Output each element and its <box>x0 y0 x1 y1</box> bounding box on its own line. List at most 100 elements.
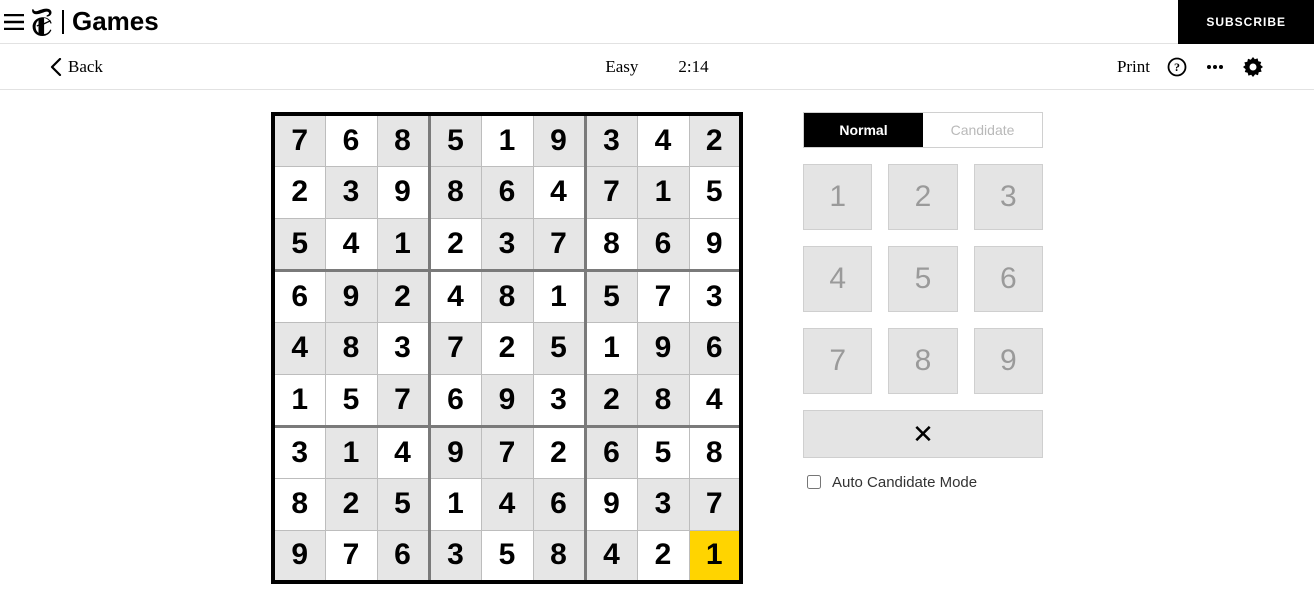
cell-r2-c1[interactable]: 2 <box>273 166 325 218</box>
cell-r6-c9[interactable]: 4 <box>689 374 741 426</box>
cell-r1-c8[interactable]: 4 <box>637 114 689 166</box>
cell-r1-c2[interactable]: 6 <box>325 114 377 166</box>
cell-r5-c3[interactable]: 3 <box>377 322 429 374</box>
gear-icon[interactable] <box>1242 56 1264 78</box>
cell-r2-c5[interactable]: 6 <box>481 166 533 218</box>
cell-r1-c9[interactable]: 2 <box>689 114 741 166</box>
cell-r2-c7[interactable]: 7 <box>585 166 637 218</box>
cell-r9-c2[interactable]: 7 <box>325 530 377 582</box>
cell-r9-c9[interactable]: 1 <box>689 530 741 582</box>
cell-r2-c9[interactable]: 5 <box>689 166 741 218</box>
cell-r6-c1[interactable]: 1 <box>273 374 325 426</box>
cell-r7-c3[interactable]: 4 <box>377 426 429 478</box>
key-2[interactable]: 2 <box>888 164 957 230</box>
cell-r7-c8[interactable]: 5 <box>637 426 689 478</box>
cell-r4-c9[interactable]: 3 <box>689 270 741 322</box>
auto-candidate-row[interactable]: Auto Candidate Mode <box>803 472 1043 492</box>
tab-normal[interactable]: Normal <box>804 113 923 147</box>
print-button[interactable]: Print <box>1117 57 1150 77</box>
cell-r6-c8[interactable]: 8 <box>637 374 689 426</box>
key-4[interactable]: 4 <box>803 246 872 312</box>
cell-r8-c7[interactable]: 9 <box>585 478 637 530</box>
cell-r6-c6[interactable]: 3 <box>533 374 585 426</box>
cell-r4-c2[interactable]: 9 <box>325 270 377 322</box>
cell-r8-c2[interactable]: 2 <box>325 478 377 530</box>
cell-r3-c5[interactable]: 3 <box>481 218 533 270</box>
key-8[interactable]: 8 <box>888 328 957 394</box>
brand[interactable]: Games <box>28 6 159 37</box>
cell-r4-c4[interactable]: 4 <box>429 270 481 322</box>
cell-r3-c6[interactable]: 7 <box>533 218 585 270</box>
cell-r3-c2[interactable]: 4 <box>325 218 377 270</box>
cell-r5-c5[interactable]: 2 <box>481 322 533 374</box>
cell-r6-c3[interactable]: 7 <box>377 374 429 426</box>
cell-r1-c3[interactable]: 8 <box>377 114 429 166</box>
cell-r1-c7[interactable]: 3 <box>585 114 637 166</box>
cell-r8-c3[interactable]: 5 <box>377 478 429 530</box>
cell-r7-c2[interactable]: 1 <box>325 426 377 478</box>
cell-r2-c8[interactable]: 1 <box>637 166 689 218</box>
cell-r3-c9[interactable]: 9 <box>689 218 741 270</box>
cell-r9-c1[interactable]: 9 <box>273 530 325 582</box>
subscribe-button[interactable]: SUBSCRIBE <box>1178 0 1314 44</box>
cell-r5-c9[interactable]: 6 <box>689 322 741 374</box>
difficulty-label[interactable]: Easy <box>605 57 638 77</box>
auto-candidate-checkbox[interactable] <box>807 475 821 489</box>
cell-r6-c5[interactable]: 9 <box>481 374 533 426</box>
cell-r8-c8[interactable]: 3 <box>637 478 689 530</box>
cell-r5-c2[interactable]: 8 <box>325 322 377 374</box>
cell-r5-c4[interactable]: 7 <box>429 322 481 374</box>
cell-r8-c4[interactable]: 1 <box>429 478 481 530</box>
cell-r8-c9[interactable]: 7 <box>689 478 741 530</box>
help-icon[interactable]: ? <box>1166 56 1188 78</box>
cell-r3-c4[interactable]: 2 <box>429 218 481 270</box>
cell-r7-c5[interactable]: 7 <box>481 426 533 478</box>
cell-r2-c4[interactable]: 8 <box>429 166 481 218</box>
cell-r7-c1[interactable]: 3 <box>273 426 325 478</box>
cell-r2-c3[interactable]: 9 <box>377 166 429 218</box>
cell-r2-c2[interactable]: 3 <box>325 166 377 218</box>
cell-r6-c2[interactable]: 5 <box>325 374 377 426</box>
cell-r3-c1[interactable]: 5 <box>273 218 325 270</box>
key-9[interactable]: 9 <box>974 328 1043 394</box>
back-button[interactable]: Back <box>50 57 103 77</box>
cell-r1-c1[interactable]: 7 <box>273 114 325 166</box>
cell-r8-c5[interactable]: 4 <box>481 478 533 530</box>
cell-r7-c4[interactable]: 9 <box>429 426 481 478</box>
key-6[interactable]: 6 <box>974 246 1043 312</box>
cell-r7-c7[interactable]: 6 <box>585 426 637 478</box>
cell-r5-c8[interactable]: 9 <box>637 322 689 374</box>
cell-r7-c9[interactable]: 8 <box>689 426 741 478</box>
cell-r1-c4[interactable]: 5 <box>429 114 481 166</box>
key-5[interactable]: 5 <box>888 246 957 312</box>
cell-r6-c4[interactable]: 6 <box>429 374 481 426</box>
cell-r4-c5[interactable]: 8 <box>481 270 533 322</box>
cell-r9-c5[interactable]: 5 <box>481 530 533 582</box>
cell-r8-c1[interactable]: 8 <box>273 478 325 530</box>
key-7[interactable]: 7 <box>803 328 872 394</box>
tab-candidate[interactable]: Candidate <box>923 113 1042 147</box>
key-3[interactable]: 3 <box>974 164 1043 230</box>
cell-r3-c3[interactable]: 1 <box>377 218 429 270</box>
key-erase[interactable]: ✕ <box>803 410 1043 458</box>
cell-r9-c4[interactable]: 3 <box>429 530 481 582</box>
cell-r1-c5[interactable]: 1 <box>481 114 533 166</box>
cell-r4-c1[interactable]: 6 <box>273 270 325 322</box>
menu-icon[interactable] <box>0 0 28 44</box>
cell-r1-c6[interactable]: 9 <box>533 114 585 166</box>
cell-r5-c7[interactable]: 1 <box>585 322 637 374</box>
cell-r8-c6[interactable]: 6 <box>533 478 585 530</box>
cell-r4-c6[interactable]: 1 <box>533 270 585 322</box>
cell-r5-c6[interactable]: 5 <box>533 322 585 374</box>
cell-r7-c6[interactable]: 2 <box>533 426 585 478</box>
cell-r3-c7[interactable]: 8 <box>585 218 637 270</box>
cell-r2-c6[interactable]: 4 <box>533 166 585 218</box>
cell-r9-c6[interactable]: 8 <box>533 530 585 582</box>
cell-r6-c7[interactable]: 2 <box>585 374 637 426</box>
cell-r5-c1[interactable]: 4 <box>273 322 325 374</box>
cell-r9-c8[interactable]: 2 <box>637 530 689 582</box>
cell-r9-c3[interactable]: 6 <box>377 530 429 582</box>
key-1[interactable]: 1 <box>803 164 872 230</box>
cell-r4-c8[interactable]: 7 <box>637 270 689 322</box>
cell-r9-c7[interactable]: 4 <box>585 530 637 582</box>
